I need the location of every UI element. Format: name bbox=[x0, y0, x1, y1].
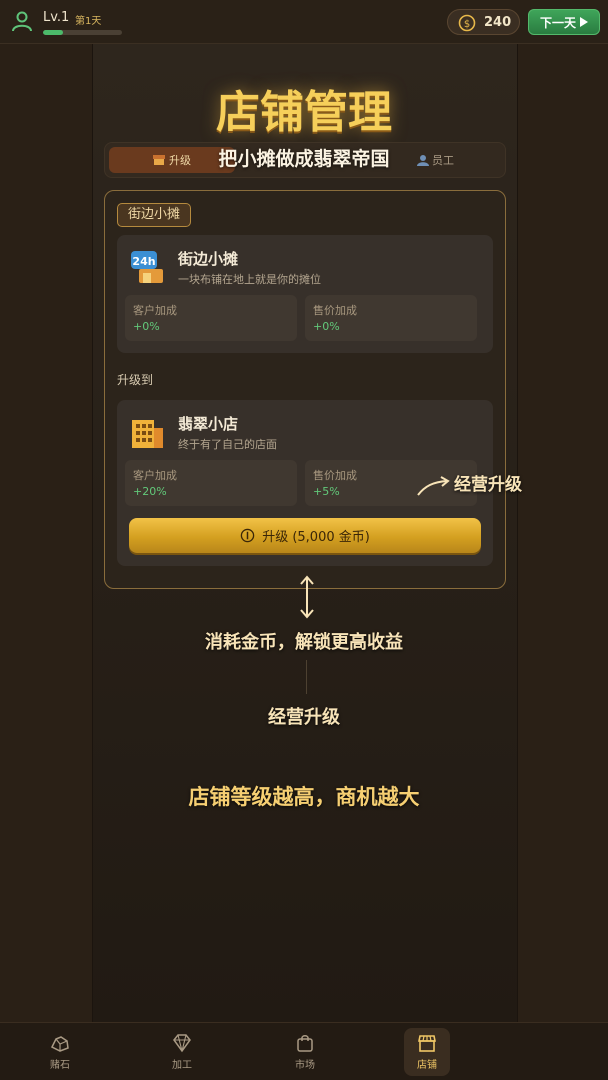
current-price-bonus: 售价加成 +0% bbox=[305, 295, 477, 341]
stat-value: +0% bbox=[133, 320, 160, 333]
current-shop-badge: 街边小摊 bbox=[117, 203, 192, 227]
upgrade-button[interactable]: 升级 (5,000 金币) bbox=[129, 518, 481, 553]
building-icon bbox=[132, 420, 163, 448]
annotation-consume-coins: 消耗金币，解锁更高收益 bbox=[205, 632, 403, 653]
nav-item-store[interactable]: 店铺 bbox=[404, 1028, 450, 1076]
next-day-label: 下一天 bbox=[539, 15, 576, 30]
nav-item-label: 店铺 bbox=[417, 1060, 437, 1071]
user-icon[interactable] bbox=[11, 10, 33, 32]
stat-value: +0% bbox=[313, 320, 340, 333]
top-bar: Lv.1 第1天 $ 240 下一天 bbox=[0, 0, 608, 44]
xp-progress-bar bbox=[43, 30, 122, 35]
upgrade-to-label: 升级到 bbox=[117, 373, 154, 387]
divider-line bbox=[306, 660, 307, 694]
diamond-icon bbox=[173, 1034, 191, 1053]
stat-label: 售价加成 bbox=[313, 304, 357, 317]
annotation-business-upgrade-side: 经营升级 bbox=[454, 475, 522, 495]
next-price-bonus: 售价加成 +5% bbox=[305, 460, 477, 506]
annotation-business-upgrade: 经营升级 bbox=[268, 707, 340, 728]
nav-item-process[interactable]: 加工 bbox=[152, 1023, 212, 1080]
next-shop-name: 翡翠小店 bbox=[178, 415, 239, 433]
annotation-shop-level: 店铺等级越高，商机越大 bbox=[188, 785, 420, 809]
vertical-double-arrow-icon bbox=[300, 575, 314, 619]
coin-amount: 240 bbox=[484, 15, 512, 30]
coin-balance: $ 240 bbox=[447, 9, 520, 35]
nav-item-label: 加工 bbox=[172, 1060, 192, 1071]
upgrade-button-label: 升级 (5,000 金币) bbox=[262, 530, 370, 545]
current-shop-name: 街边小摊 bbox=[178, 250, 239, 268]
next-customer-bonus: 客户加成 +20% bbox=[125, 460, 297, 506]
nav-item-label: 赌石 bbox=[50, 1060, 70, 1071]
curved-arrow-icon bbox=[417, 476, 450, 496]
coin-icon: $ bbox=[458, 14, 476, 32]
bottom-navigation: 赌石 加工 市场 店铺 bbox=[0, 1022, 608, 1080]
stat-value: +5% bbox=[313, 485, 340, 498]
next-shop-desc: 终于有了自己的店面 bbox=[178, 438, 277, 451]
current-customer-bonus: 客户加成 +0% bbox=[125, 295, 297, 341]
gamble-stone-icon bbox=[50, 1036, 69, 1052]
store-icon bbox=[418, 1035, 436, 1052]
svg-text:24h: 24h bbox=[132, 255, 155, 268]
current-shop-panel: 24h 街边小摊 一块布铺在地上就是你的摊位 客户加成 +0% 售价加成 +0% bbox=[117, 235, 493, 353]
page-title: 店铺管理 bbox=[216, 87, 392, 138]
current-shop-desc: 一块布铺在地上就是你的摊位 bbox=[178, 273, 321, 286]
next-day-button[interactable]: 下一天 bbox=[528, 9, 600, 35]
stat-label: 售价加成 bbox=[313, 469, 357, 482]
shop-upgrade-card: 街边小摊 24h 街边小摊 一块布铺在地上就是你的摊位 客户加成 +0% 售价加… bbox=[104, 190, 506, 589]
stat-label: 客户加成 bbox=[133, 469, 177, 482]
day-counter: 第1天 bbox=[75, 16, 102, 27]
player-level: Lv.1 bbox=[43, 10, 70, 25]
stat-value: +20% bbox=[133, 485, 167, 498]
xp-progress-fill bbox=[43, 30, 63, 35]
nav-item-gamble-stone[interactable]: 赌石 bbox=[30, 1023, 90, 1080]
svg-text:$: $ bbox=[464, 19, 470, 30]
stat-label: 客户加成 bbox=[133, 304, 177, 317]
nav-item-label: 市场 bbox=[295, 1060, 315, 1071]
stall-24h-icon: 24h bbox=[131, 251, 163, 283]
coin-icon bbox=[240, 528, 255, 543]
shopping-bag-icon bbox=[297, 1035, 313, 1052]
page-subtitle: 把小摊做成翡翠帝国 bbox=[218, 148, 390, 170]
play-icon bbox=[580, 17, 588, 27]
nav-item-market[interactable]: 市场 bbox=[275, 1023, 335, 1080]
